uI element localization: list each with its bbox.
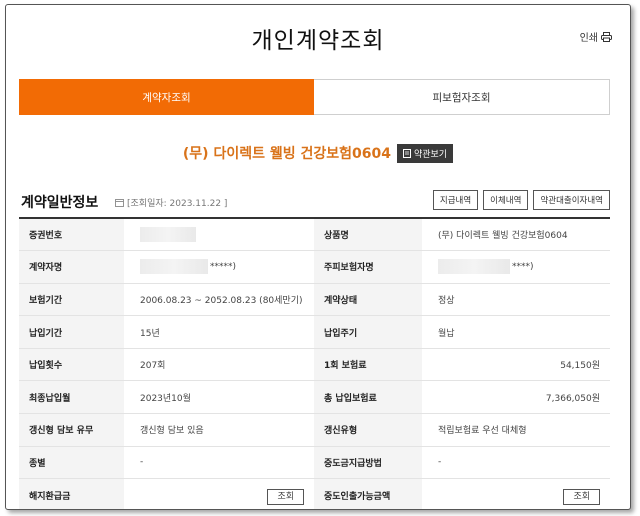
payment-cycle-label: 납입주기 [314, 315, 422, 349]
renewal-type-label: 갱신유형 [314, 413, 422, 447]
loan-interest-history-button[interactable]: 약관대출이자내역 [533, 190, 610, 210]
insured-name-suffix: ****) [512, 262, 534, 273]
inquiry-date: [조회일자: 2023.11.22 ] [115, 196, 227, 209]
document-icon [402, 148, 411, 158]
policyholder-name-suffix: *****) [210, 262, 237, 273]
surrender-value-cell: 조회 [124, 478, 314, 509]
insurance-period-label: 보험기간 [19, 283, 124, 317]
masked-policy-number [140, 227, 196, 243]
masked-policyholder-name [140, 259, 208, 275]
table-row: 납입횟수 207회 1회 보험료 54,150원 [19, 348, 610, 382]
insurance-period-value: 2006.08.23 ~ 2052.08.23 (80세만기) [124, 283, 314, 317]
renewable-coverage-value: 갱신형 담보 있음 [124, 413, 314, 447]
class-value: - [124, 446, 314, 480]
interim-payment-method-label: 중도금지급방법 [314, 446, 422, 480]
main-insured-name-label: 주피보험자명 [314, 250, 422, 284]
calendar-icon [115, 199, 124, 207]
interim-payment-method-value: - [422, 446, 610, 480]
table-row: 증권번호 상품명 (무) 다이렉트 웰빙 건강보험0604 [19, 218, 610, 252]
table-row: 납입기간 15년 납입주기 월납 [19, 315, 610, 349]
payment-history-button[interactable]: 지급내역 [432, 190, 479, 210]
table-row: 해지환급금 조회 중도인출가능금액 조회 [19, 478, 610, 509]
section-title: 계약일반정보 [21, 195, 99, 211]
page-title: 개인계약조회 [251, 28, 385, 54]
withdrawable-amount-cell: 조회 [422, 478, 610, 509]
policy-number-label: 증권번호 [19, 218, 124, 252]
tab-policyholder[interactable]: 계약자조회 [19, 79, 314, 115]
payment-count-value: 207회 [124, 348, 314, 382]
printer-icon [601, 31, 612, 42]
product-name: (무) 다이렉트 웰빙 건강보험0604 [182, 146, 391, 162]
inquiry-tabs: 계약자조회 피보험자조회 [19, 79, 610, 115]
contract-info-table: 증권번호 상품명 (무) 다이렉트 웰빙 건강보험0604 계약자명 *****… [19, 217, 610, 509]
total-premium-label: 총 납입보험료 [314, 380, 422, 415]
contract-status-value: 정상 [422, 283, 610, 317]
table-row: 종별 - 중도금지급방법 - [19, 446, 610, 480]
view-terms-label: 약관보기 [413, 149, 448, 160]
print-label: 인쇄 [579, 33, 598, 44]
product-header: (무) 다이렉트 웰빙 건강보험0604 약관보기 [6, 143, 630, 163]
tab-insured[interactable]: 피보험자조회 [314, 79, 610, 115]
payment-cycle-value: 월납 [422, 315, 610, 349]
surrender-value-view-button[interactable]: 조회 [267, 488, 304, 505]
policy-number-value [124, 218, 314, 252]
withdrawable-amount-label: 중도인출가능금액 [314, 478, 422, 509]
masked-insured-name [438, 259, 510, 275]
payment-period-value: 15년 [124, 315, 314, 349]
renewal-type-value: 적립보험료 우선 대체형 [422, 413, 610, 447]
policyholder-name-label: 계약자명 [19, 250, 124, 284]
history-buttons: 지급내역 이체내역 약관대출이자내역 [432, 190, 610, 210]
total-premium-value: 7,366,050원 [422, 380, 610, 415]
transfer-history-button[interactable]: 이체내역 [483, 190, 529, 210]
contract-status-label: 계약상태 [314, 283, 422, 317]
last-payment-month-value: 2023년10월 [124, 380, 314, 415]
premium-per-payment-value: 54,150원 [422, 348, 610, 382]
main-insured-name-value: ****) [422, 250, 610, 284]
payment-period-label: 납입기간 [19, 315, 124, 349]
table-row: 계약자명 *****) 주피보험자명 ****) [19, 250, 610, 284]
withdrawable-amount-view-button[interactable]: 조회 [563, 488, 600, 505]
view-terms-button[interactable]: 약관보기 [396, 143, 454, 163]
table-row: 최종납입월 2023년10월 총 납입보험료 7,366,050원 [19, 380, 610, 415]
table-row: 갱신형 담보 유무 갱신형 담보 있음 갱신유형 적립보험료 우선 대체형 [19, 413, 610, 447]
table-row: 보험기간 2006.08.23 ~ 2052.08.23 (80세만기) 계약상… [19, 283, 610, 317]
inquiry-date-text: [조회일자: 2023.11.22 ] [127, 199, 228, 209]
policyholder-name-value: *****) [124, 250, 314, 284]
class-label: 종별 [19, 446, 124, 480]
surrender-value-label: 해지환급금 [19, 478, 124, 509]
product-name-label: 상품명 [314, 218, 422, 252]
contract-inquiry-window: 개인계약조회 인쇄 계약자조회 피보험자조회 (무) 다이렉트 웰빙 건강보험0… [5, 4, 631, 510]
payment-count-label: 납입횟수 [19, 348, 124, 382]
renewable-coverage-label: 갱신형 담보 유무 [19, 413, 124, 447]
contract-info-header: 계약일반정보 [조회일자: 2023.11.22 ] 지급내역 이체내역 약관대… [19, 190, 610, 214]
last-payment-month-label: 최종납입월 [19, 380, 124, 415]
premium-per-payment-label: 1회 보험료 [314, 348, 422, 382]
product-name-value: (무) 다이렉트 웰빙 건강보험0604 [422, 218, 610, 252]
print-button[interactable]: 인쇄 [580, 29, 612, 44]
